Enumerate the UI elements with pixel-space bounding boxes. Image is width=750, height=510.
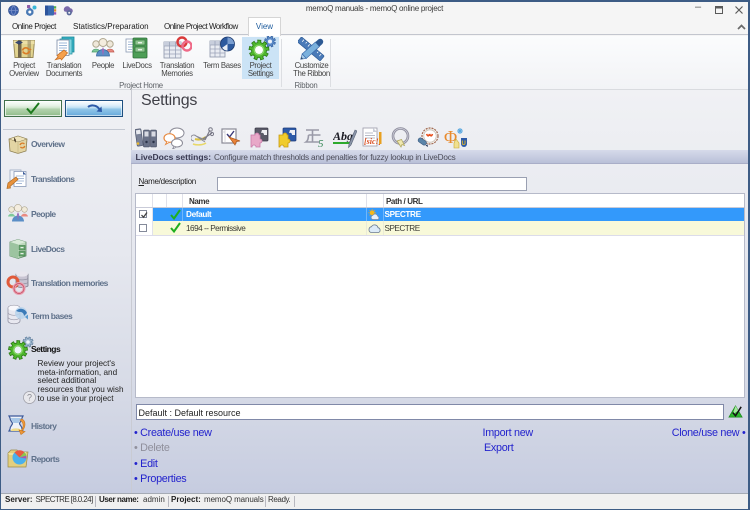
- svg-text:U: U: [462, 141, 466, 147]
- svg-text:5: 5: [318, 138, 324, 149]
- svg-text:?: ?: [26, 393, 31, 403]
